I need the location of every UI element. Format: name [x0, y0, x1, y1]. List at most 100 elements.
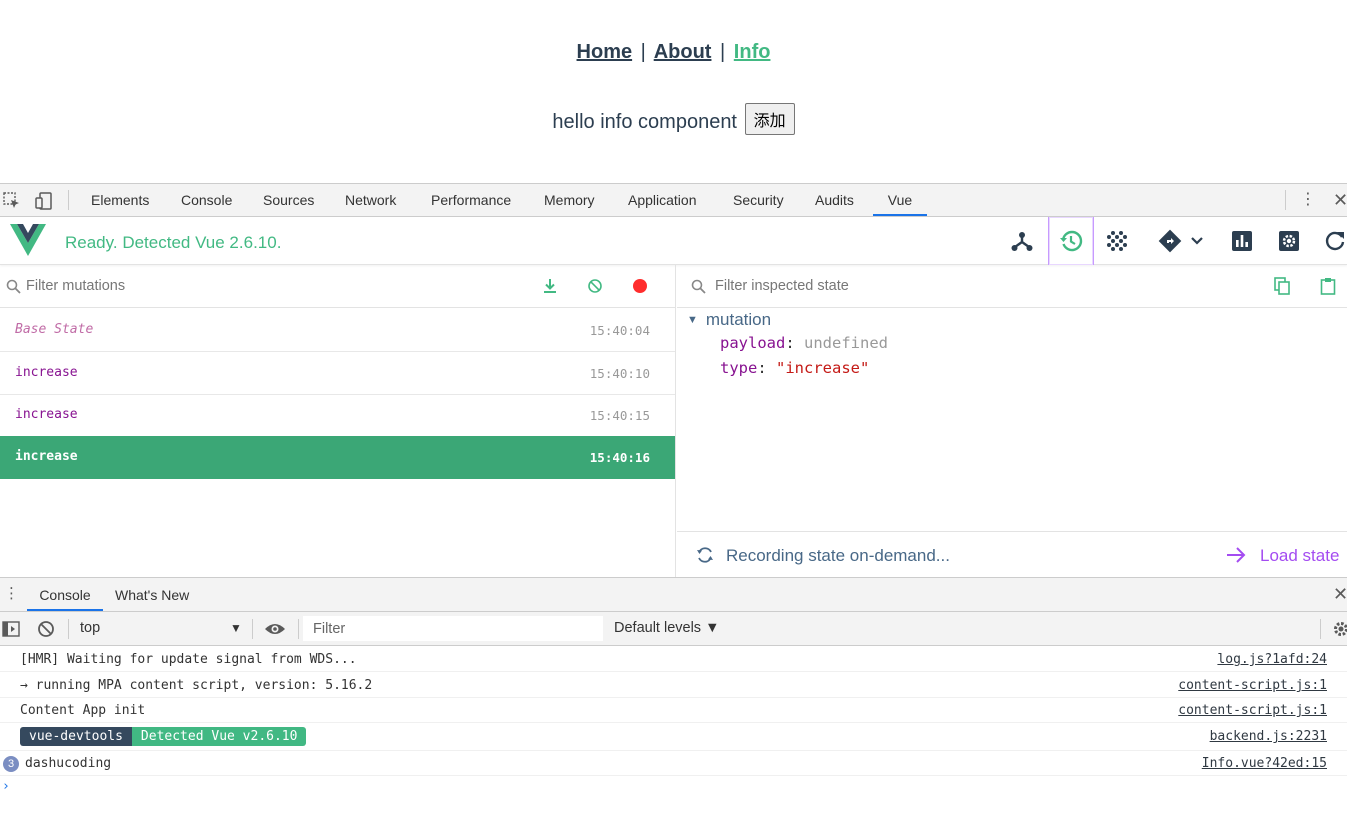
nav-separator: |	[640, 41, 646, 63]
vue-status-text: Ready. Detected Vue 2.6.10.	[65, 233, 282, 252]
tab-application[interactable]: Application	[628, 184, 697, 216]
tab-audits[interactable]: Audits	[815, 184, 854, 216]
mutation-row-selected[interactable]: increase 15:40:16	[0, 436, 675, 479]
paste-icon[interactable]	[1319, 277, 1337, 295]
log-text: dashucoding	[25, 756, 112, 771]
vue-logo-icon	[10, 224, 46, 261]
mutation-time: 15:40:15	[589, 408, 650, 423]
mutation-row[interactable]: increase 15:40:10	[0, 352, 675, 395]
search-icon	[691, 279, 706, 299]
drawer-tab-bar: ⋮ Console What's New ✕	[0, 577, 1347, 612]
nav-link-home[interactable]: Home	[577, 41, 633, 63]
console-toolbar: top ▼ Default levels ▼	[0, 612, 1347, 646]
console-message: vue-devtools Detected Vue v2.6.10 backend…	[0, 723, 1347, 751]
tab-vue[interactable]: Vue	[873, 184, 927, 216]
nav-link-about[interactable]: About	[654, 41, 712, 63]
state-prop-type: type: "increase"	[720, 359, 870, 377]
sync-icon	[696, 546, 714, 569]
vuex-history-icon[interactable]	[1048, 217, 1094, 265]
repeat-count-badge: 3	[3, 756, 19, 772]
recording-bar: Recording state on-demand... Load state	[677, 531, 1347, 577]
drawer-tab-whats-new[interactable]: What's New	[115, 578, 189, 611]
record-icon[interactable]	[631, 277, 649, 295]
close-drawer-icon[interactable]: ✕	[1333, 584, 1347, 605]
tab-elements[interactable]: Elements	[91, 184, 149, 216]
state-root-node[interactable]: ▼ mutation	[687, 310, 771, 330]
mutation-name: Base State	[15, 322, 94, 337]
main-nav: Home | About | Info	[0, 41, 1347, 64]
state-root-label: mutation	[705, 310, 772, 329]
app-page: Home | About | Info hello info component…	[0, 0, 1347, 183]
mutations-pane: Base State 15:40:04 increase 15:40:10 in…	[0, 265, 676, 577]
inspect-element-icon[interactable]	[3, 192, 21, 210]
vue-devtools-badge: vue-devtools	[20, 727, 132, 746]
performance-icon[interactable]	[1219, 217, 1265, 265]
filter-state-input[interactable]	[715, 275, 1115, 297]
drawer-tab-console[interactable]: Console	[27, 578, 103, 611]
tab-performance[interactable]: Performance	[431, 184, 511, 216]
copy-icon[interactable]	[1273, 277, 1291, 295]
device-toolbar-icon[interactable]	[35, 192, 53, 210]
mutations-filter-bar	[0, 265, 675, 308]
console-filter-input[interactable]	[303, 616, 603, 641]
show-sidebar-icon[interactable]	[2, 620, 20, 643]
prop-key: type	[720, 359, 758, 377]
info-component: hello info component 添加	[0, 103, 1347, 135]
mutation-name: increase	[15, 449, 78, 464]
log-source-link[interactable]: Info.vue?42ed:15	[1202, 756, 1327, 771]
log-source-link[interactable]: log.js?1afd:24	[1217, 652, 1327, 667]
mutation-row[interactable]: increase 15:40:15	[0, 394, 675, 437]
add-button[interactable]: 添加	[744, 103, 795, 135]
router-icon[interactable]	[1150, 217, 1212, 265]
console-prompt[interactable]: ›	[2, 779, 10, 794]
context-selector[interactable]: top	[80, 620, 100, 636]
load-state-button[interactable]: Load state	[1260, 546, 1339, 566]
log-source-link[interactable]: content-script.js:1	[1178, 703, 1327, 718]
tab-memory[interactable]: Memory	[544, 184, 595, 216]
tab-sources[interactable]: Sources	[263, 184, 314, 216]
console-message: → running MPA content script, version: 5…	[0, 672, 1347, 698]
recording-status-text: Recording state on-demand...	[726, 546, 950, 565]
search-icon	[6, 279, 21, 299]
hello-text: hello info component	[552, 111, 737, 133]
detected-vue-badge: Detected Vue v2.6.10	[131, 727, 307, 746]
clear-console-icon[interactable]	[37, 620, 55, 643]
log-text: Content App init	[20, 703, 146, 718]
log-source-link[interactable]: backend.js:2231	[1210, 729, 1327, 744]
expand-triangle-icon[interactable]: ▼	[687, 314, 698, 326]
prop-value: "increase"	[776, 359, 870, 377]
settings-icon[interactable]	[1266, 217, 1312, 265]
prop-key: payload	[720, 334, 786, 352]
vue-devtools-header: Ready. Detected Vue 2.6.10.	[0, 217, 1347, 265]
devtools-tab-bar: Elements Console Sources Network Perform…	[0, 183, 1347, 217]
arrow-right-icon[interactable]	[1225, 544, 1247, 571]
prop-value: undefined	[804, 334, 888, 352]
console-message: 3 dashucoding Info.vue?42ed:15	[0, 751, 1347, 776]
tab-network[interactable]: Network	[345, 184, 396, 216]
refresh-icon[interactable]	[1314, 217, 1347, 265]
filter-mutations-input[interactable]	[26, 275, 426, 297]
console-settings-icon[interactable]	[1332, 620, 1347, 643]
state-filter-bar	[677, 265, 1347, 308]
mutation-name: increase	[15, 365, 78, 380]
mutation-time: 15:40:16	[589, 450, 650, 465]
close-devtools-icon[interactable]: ✕	[1333, 190, 1347, 211]
log-levels-dropdown[interactable]: Default levels ▼	[614, 620, 719, 636]
log-text: [HMR] Waiting for update signal from WDS…	[20, 652, 357, 667]
live-expression-eye-icon[interactable]	[264, 621, 286, 642]
components-icon[interactable]	[999, 217, 1045, 265]
drawer-menu-icon[interactable]: ⋮	[4, 586, 19, 602]
tab-security[interactable]: Security	[733, 184, 784, 216]
console-message: Content App init content-script.js:1	[0, 698, 1347, 723]
events-icon[interactable]	[1094, 217, 1140, 265]
tab-console[interactable]: Console	[181, 184, 232, 216]
context-dropdown-icon[interactable]: ▼	[230, 621, 242, 635]
commit-all-icon[interactable]	[541, 277, 559, 295]
nav-link-info[interactable]: Info	[734, 41, 771, 63]
state-prop-payload: payload: undefined	[720, 334, 888, 352]
log-source-link[interactable]: content-script.js:1	[1178, 678, 1327, 693]
mutation-time: 15:40:10	[589, 366, 650, 381]
more-options-icon[interactable]: ⋮	[1300, 191, 1316, 209]
mutation-row-base-state[interactable]: Base State 15:40:04	[0, 309, 675, 352]
revert-all-icon[interactable]	[586, 277, 604, 295]
